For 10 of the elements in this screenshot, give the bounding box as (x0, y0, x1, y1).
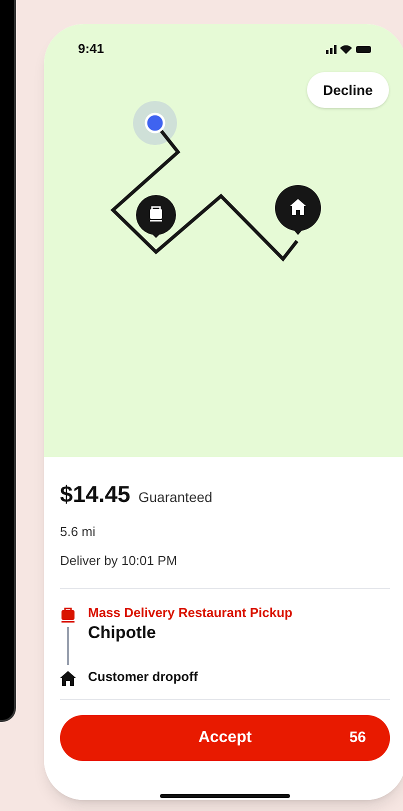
accept-button[interactable]: Accept 56 (60, 715, 390, 761)
decline-button[interactable]: Decline (307, 72, 389, 108)
price: $14.45 (60, 480, 130, 509)
stop-label: Customer dropoff (88, 668, 198, 686)
stop-label: Mass Delivery Restaurant Pickup (88, 604, 292, 622)
status-time: 9:41 (78, 40, 104, 58)
restaurant-name: Chipotle (88, 622, 157, 644)
price-note: Guaranteed (138, 488, 212, 507)
deliver-by: Deliver by 10:01 PM (60, 552, 178, 570)
distance: 5.6 mi (60, 522, 96, 540)
